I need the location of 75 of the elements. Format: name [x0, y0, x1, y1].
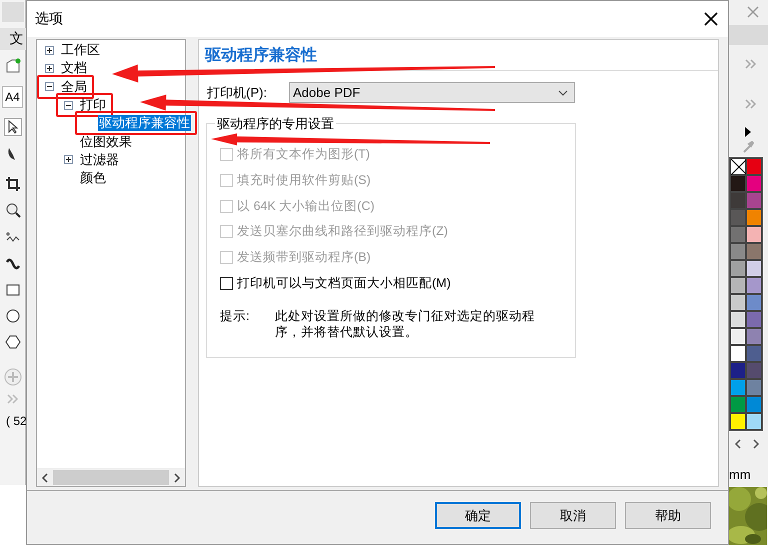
pointer-tool-icon[interactable] [4, 118, 22, 136]
new-document-icon[interactable] [4, 58, 20, 74]
color-swatch[interactable] [730, 379, 746, 396]
color-swatch[interactable] [730, 345, 746, 362]
tree-item[interactable]: 文档 [60, 60, 88, 76]
color-swatch[interactable] [730, 209, 746, 226]
color-swatch[interactable] [746, 328, 762, 345]
scroll-right-icon[interactable] [752, 439, 760, 449]
rectangle-tool-icon[interactable] [4, 282, 20, 298]
window-title: 选项 [35, 10, 63, 28]
color-swatch[interactable] [746, 413, 762, 430]
color-swatch[interactable] [746, 362, 762, 379]
expand-icon[interactable] [45, 64, 54, 73]
tree-item[interactable]: 工作区 [60, 42, 101, 58]
curve-tool-icon[interactable] [4, 256, 20, 272]
dialog-button[interactable]: 帮助 [625, 502, 711, 529]
expand-icon[interactable] [45, 46, 54, 55]
color-swatch[interactable] [746, 294, 762, 311]
dialog-button[interactable]: 取消 [530, 502, 616, 529]
zoom-icon[interactable] [4, 202, 20, 218]
page-size-field[interactable]: A4 [2, 86, 23, 108]
color-swatch[interactable] [746, 243, 762, 260]
tree-item[interactable]: 驱动程序兼容性 [98, 115, 191, 132]
color-swatch[interactable] [746, 311, 762, 328]
color-swatch[interactable] [746, 158, 762, 175]
polygon-tool-icon[interactable] [4, 334, 20, 350]
close-icon[interactable] [704, 12, 718, 26]
cursor-position: ( 52 [5, 414, 27, 428]
tree-item[interactable]: 打印 [79, 97, 107, 114]
color-swatch[interactable] [746, 379, 762, 396]
color-swatch[interactable] [746, 209, 762, 226]
color-swatch[interactable] [746, 260, 762, 277]
panel-header [729, 25, 768, 45]
crop-tool-icon[interactable] [4, 176, 20, 192]
color-swatch[interactable] [730, 362, 746, 379]
printer-dropdown[interactable]: Adobe PDF [289, 82, 575, 103]
ellipse-tool-icon[interactable] [4, 308, 20, 324]
color-swatch[interactable] [730, 277, 746, 294]
color-swatch[interactable] [746, 345, 762, 362]
color-swatch[interactable] [746, 277, 762, 294]
printer-label: 打印机(P): [207, 84, 268, 102]
color-swatch[interactable] [730, 294, 746, 311]
unit-label: mm [729, 467, 751, 482]
hint-label: 提示: [220, 308, 250, 326]
option-checkbox[interactable]: 打印机可以与文档页面大小相匹配(M) [220, 270, 567, 296]
color-swatch[interactable] [746, 226, 762, 243]
color-swatch[interactable] [730, 413, 746, 430]
color-swatch[interactable] [730, 328, 746, 345]
menu-item[interactable]: 文 [0, 28, 26, 50]
dialog-button[interactable]: 确定 [435, 502, 521, 529]
color-swatch[interactable] [730, 311, 746, 328]
color-swatch[interactable] [730, 396, 746, 413]
color-swatch[interactable] [730, 243, 746, 260]
no-color-swatch[interactable] [730, 158, 746, 175]
tree-item[interactable]: 颜色 [79, 170, 107, 186]
hint-text: 此处对设置所做的修改专门征对选定的驱动程序，并将替代默认设置。 [275, 308, 536, 340]
collapse-icon[interactable] [45, 82, 54, 92]
color-swatch[interactable] [730, 260, 746, 277]
tree-item[interactable]: 过滤器 [79, 152, 120, 168]
collapse-icon[interactable] [64, 100, 73, 110]
color-swatch[interactable] [730, 175, 746, 192]
expand-icon[interactable] [64, 155, 73, 164]
tree-item[interactable]: 全局 [60, 78, 88, 95]
color-swatch[interactable] [746, 396, 762, 413]
caret-icon [558, 90, 568, 96]
color-swatch[interactable] [746, 192, 762, 209]
color-swatch[interactable] [730, 226, 746, 243]
horizontal-scrollbar[interactable] [37, 468, 185, 486]
page-heading: 驱动程序兼容性 [205, 45, 317, 66]
tree-item[interactable]: 位图效果 [79, 134, 133, 150]
play-icon[interactable] [744, 127, 752, 137]
scroll-left-icon[interactable] [734, 439, 742, 449]
group-title: 驱动程序的专用设置 [215, 115, 336, 133]
color-swatch[interactable] [730, 192, 746, 209]
color-swatch[interactable] [746, 175, 762, 192]
